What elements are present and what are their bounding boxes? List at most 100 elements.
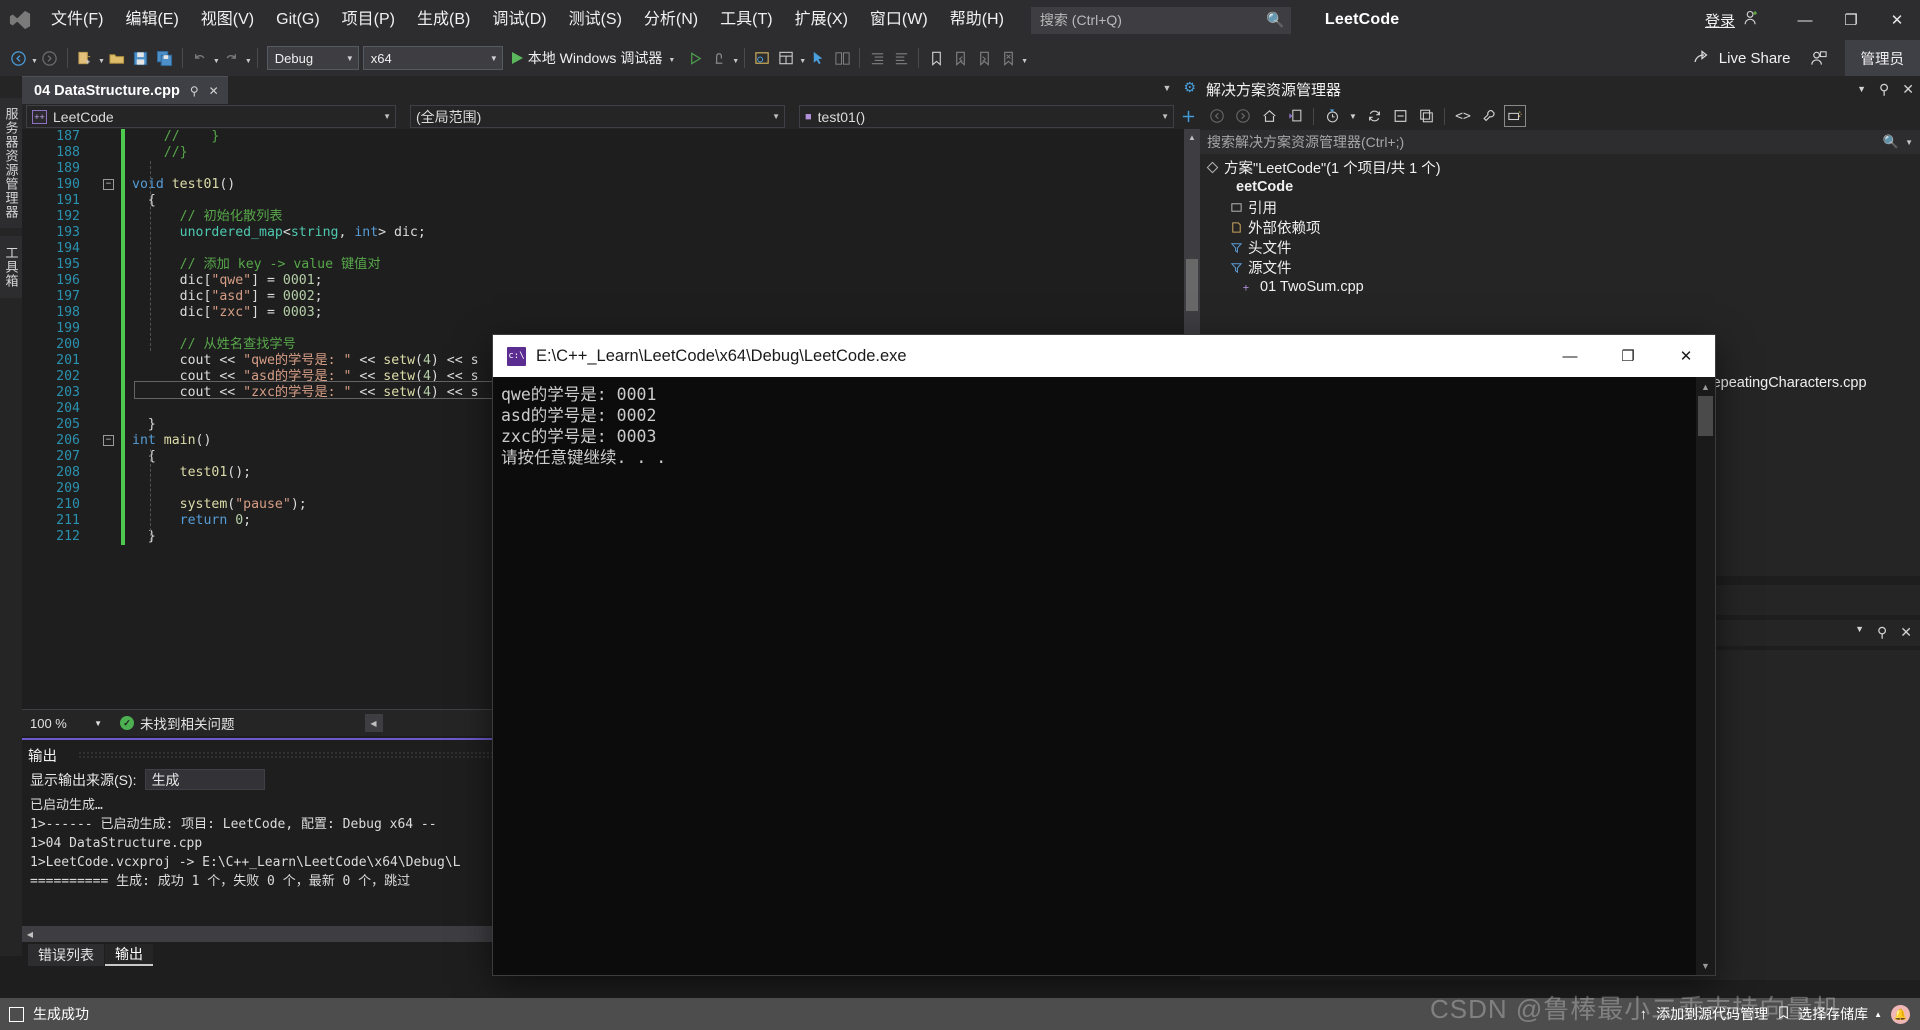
console-maximize-button[interactable]: ❐ xyxy=(1599,335,1657,377)
share-user-icon[interactable] xyxy=(1807,45,1831,71)
toggle-bookmark-icon[interactable] xyxy=(924,45,948,71)
document-tab-04-datastructure[interactable]: 04 DataStructure.cpp ⚲ ✕ xyxy=(22,76,228,104)
window-layout-icon[interactable] xyxy=(774,45,798,71)
open-folder-icon[interactable] xyxy=(105,45,129,71)
output-tab-0[interactable]: 错误列表 xyxy=(28,944,104,966)
project-scope-combo[interactable]: ++ LeetCode ▼ xyxy=(26,105,396,128)
back-dropdown-caret-icon[interactable]: ▼ xyxy=(31,58,38,65)
menu-item-7[interactable]: 测试(S) xyxy=(558,0,633,40)
solution-tree-item-1[interactable]: eetCode xyxy=(1200,177,1920,197)
solution-tree-item-3[interactable]: 外部依赖项 xyxy=(1200,217,1920,237)
properties-icon[interactable] xyxy=(1478,105,1500,127)
select-repository-button[interactable]: 选择存储库 ▲ xyxy=(1777,1004,1882,1024)
chevron-down-icon[interactable]: ▼ xyxy=(668,57,675,64)
pin-icon[interactable]: ⚲ xyxy=(1877,624,1887,641)
code-line[interactable]: 189 xyxy=(22,161,1200,177)
show-all-files-icon[interactable] xyxy=(1415,105,1437,127)
chevron-down-icon[interactable]: ▼ xyxy=(1905,138,1913,147)
zoom-level-combo[interactable]: 100 % ▼ xyxy=(30,713,102,733)
pointer-select-icon[interactable] xyxy=(806,45,830,71)
code-line[interactable]: 192 // 初始化散列表 xyxy=(22,209,1200,225)
menu-item-11[interactable]: 窗口(W) xyxy=(859,0,939,40)
chevron-down-icon[interactable]: ▼ xyxy=(1855,624,1864,641)
save-all-icon[interactable] xyxy=(153,45,177,71)
menu-item-4[interactable]: 项目(P) xyxy=(331,0,406,40)
chevron-down-icon[interactable]: ▼ xyxy=(1163,83,1172,93)
home-icon[interactable] xyxy=(1258,105,1280,127)
function-scope-combo[interactable]: ■ test01() ▼ xyxy=(799,105,1174,128)
collapse-all-icon[interactable] xyxy=(1389,105,1411,127)
collapse-region-icon[interactable]: − xyxy=(103,435,114,446)
maximize-button[interactable]: ❐ xyxy=(1828,0,1874,40)
minimize-button[interactable]: — xyxy=(1782,0,1828,40)
member-scope-combo[interactable]: (全局范围) ▼ xyxy=(410,105,785,128)
scroll-left-arrow-icon[interactable]: ◀ xyxy=(364,714,383,732)
sign-in-button[interactable]: 登录 xyxy=(1705,9,1760,31)
code-line[interactable]: 195 // 添加 key -> value 键值对 xyxy=(22,257,1200,273)
sync-with-editor-icon[interactable] xyxy=(1284,105,1306,127)
scroll-up-arrow-icon[interactable]: ▲ xyxy=(1696,377,1715,396)
vertical-tab-toolbox[interactable]: 工具箱 xyxy=(0,236,22,298)
console-vertical-scrollbar[interactable]: ▲ ▼ xyxy=(1696,377,1715,975)
output-tab-1[interactable]: 输出 xyxy=(105,944,153,966)
chevron-down-icon[interactable]: ▼ xyxy=(1347,105,1359,127)
menu-item-5[interactable]: 生成(B) xyxy=(406,0,481,40)
close-icon[interactable]: ✕ xyxy=(1900,624,1912,641)
pin-icon[interactable]: ⚲ xyxy=(1879,81,1889,98)
solution-tree-item-4[interactable]: 头文件 xyxy=(1200,237,1920,257)
new-item-caret-icon[interactable]: ▼ xyxy=(98,58,105,65)
menu-item-12[interactable]: 帮助(H) xyxy=(939,0,1015,40)
open-file-folder-icon[interactable] xyxy=(750,45,774,71)
console-output-area[interactable]: qwe的学号是: 0001 asd的学号是: 0002 zxc的学号是: 0003 请… xyxy=(493,377,1715,975)
scroll-up-arrow-icon[interactable]: ▲ xyxy=(1184,129,1200,145)
solution-tree-item-6[interactable]: +01 TwoSum.cpp xyxy=(1200,277,1920,297)
menu-item-10[interactable]: 扩展(X) xyxy=(784,0,859,40)
menu-item-2[interactable]: 视图(V) xyxy=(190,0,265,40)
scrollbar-thumb[interactable] xyxy=(1186,259,1198,311)
code-line[interactable]: 198 dic["zxc"] = 0003; xyxy=(22,305,1200,321)
window-layout-caret-icon[interactable]: ▼ xyxy=(799,58,806,65)
menu-item-9[interactable]: 工具(T) xyxy=(709,0,783,40)
start-debugging-button[interactable]: 本地 Windows 调试器 ▼ xyxy=(511,48,675,68)
console-minimize-button[interactable]: — xyxy=(1541,335,1599,377)
close-button[interactable]: ✕ xyxy=(1874,0,1920,40)
close-icon[interactable]: ✕ xyxy=(209,84,219,98)
solution-platform-combo[interactable]: x64 ▼ xyxy=(362,46,503,70)
solution-explorer-search[interactable]: 搜索解决方案资源管理器(Ctrl+;) 🔍 ▼ xyxy=(1200,130,1920,154)
code-line[interactable]: 196 dic["qwe"] = 0001; xyxy=(22,273,1200,289)
console-window[interactable]: c:\ E:\C++_Learn\LeetCode\x64\Debug\Leet… xyxy=(493,335,1715,975)
save-icon[interactable] xyxy=(129,45,153,71)
bell-icon[interactable]: 🔔 xyxy=(1891,1004,1910,1024)
new-item-icon[interactable] xyxy=(73,45,97,71)
pending-changes-icon[interactable] xyxy=(1321,105,1343,127)
code-line[interactable]: 194 xyxy=(22,241,1200,257)
refresh-icon[interactable] xyxy=(1363,105,1385,127)
vertical-tab-server-explorer[interactable]: 服务器资源管理器 xyxy=(0,98,22,228)
add-to-source-control-button[interactable]: 添加到源代码管理 xyxy=(1656,1004,1768,1024)
menu-item-1[interactable]: 编辑(E) xyxy=(114,0,189,40)
code-line[interactable]: 191 { xyxy=(22,193,1200,209)
live-share-button[interactable]: Live Share xyxy=(1692,47,1791,69)
code-line[interactable]: 187 // } xyxy=(22,129,1200,145)
menu-item-0[interactable]: 文件(F) xyxy=(40,0,114,40)
solution-configuration-combo[interactable]: Debug ▼ xyxy=(266,46,359,70)
solution-tree-item-2[interactable]: 引用 xyxy=(1200,197,1920,217)
start-without-debugging-icon[interactable] xyxy=(683,45,707,71)
console-title-bar[interactable]: c:\ E:\C++_Learn\LeetCode\x64\Debug\Leet… xyxy=(493,335,1715,377)
console-close-button[interactable]: ✕ xyxy=(1657,335,1715,377)
solution-explorer-hidden-file-label[interactable]: utRepeatingCharacters.cpp xyxy=(1690,375,1867,391)
gear-icon[interactable]: ⚙ xyxy=(1183,79,1196,96)
solution-tree-item-0[interactable]: 方案"LeetCode"(1 个项目/共 1 个) xyxy=(1200,157,1920,177)
scrollbar-thumb[interactable] xyxy=(1698,396,1713,436)
scroll-left-arrow-icon[interactable]: ◀ xyxy=(22,926,38,942)
pin-icon[interactable]: ⚲ xyxy=(190,84,199,98)
menu-item-8[interactable]: 分析(N) xyxy=(633,0,709,40)
split-view-icon[interactable] xyxy=(1178,105,1198,127)
menu-item-6[interactable]: 调试(D) xyxy=(481,0,557,40)
code-line[interactable]: 190 − void test01() xyxy=(22,177,1200,193)
toolbar-overflow-caret-icon[interactable]: ▼ xyxy=(1021,58,1028,65)
code-line[interactable]: 188 //} xyxy=(22,145,1200,161)
scroll-down-arrow-icon[interactable]: ▼ xyxy=(1696,956,1715,975)
output-source-combo[interactable]: 生成 xyxy=(144,769,265,790)
back-arrow-icon[interactable] xyxy=(6,45,30,71)
